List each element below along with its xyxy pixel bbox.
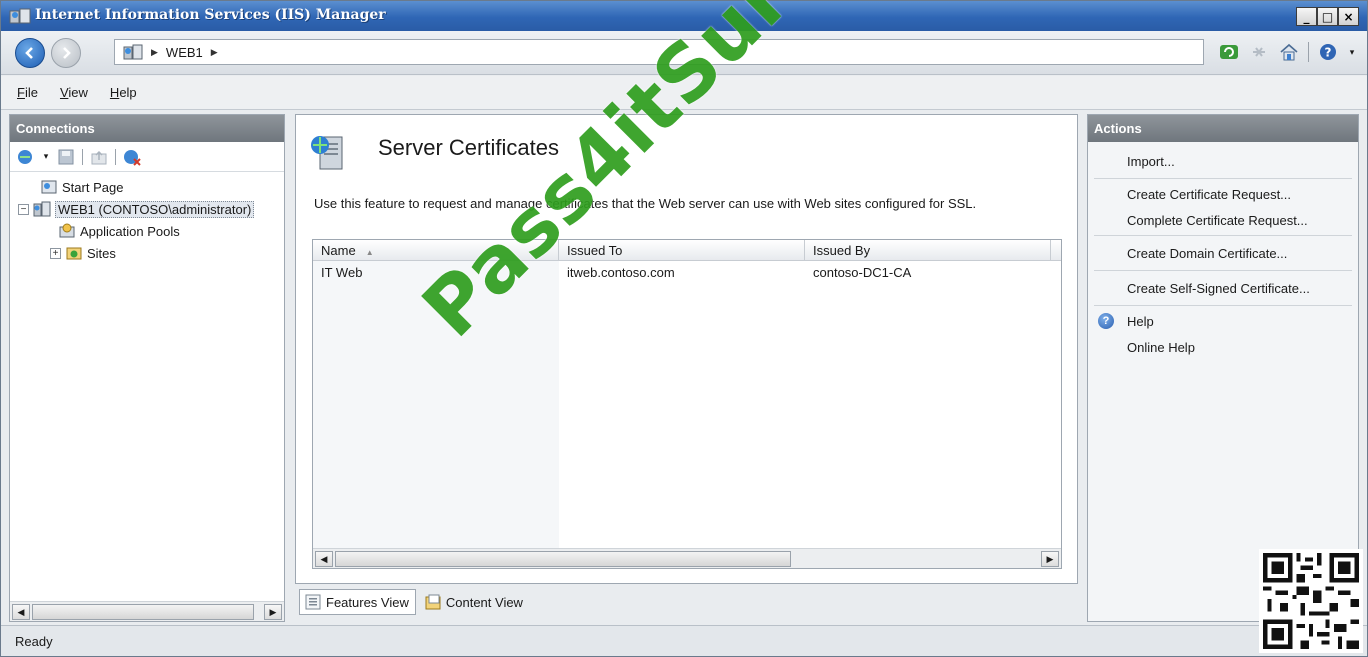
features-view-icon	[304, 593, 322, 611]
status-bar: Ready	[1, 625, 1367, 656]
tree-item-sites[interactable]: + Sites	[10, 242, 284, 264]
action-import[interactable]: Import...	[1088, 146, 1358, 176]
window-controls: _ □ ×	[1296, 7, 1359, 26]
close-button[interactable]: ×	[1338, 7, 1359, 26]
action-create-self-signed-certificate[interactable]: Create Self-Signed Certificate...	[1088, 273, 1358, 303]
iis-app-icon	[9, 8, 31, 24]
disconnect-icon[interactable]	[122, 147, 142, 167]
action-complete-certificate-request[interactable]: Complete Certificate Request...	[1088, 207, 1358, 233]
tree-item-start-page[interactable]: Start Page	[10, 176, 284, 198]
actions-separator	[1094, 178, 1352, 179]
sites-icon	[65, 245, 83, 261]
sorted-column-shade	[313, 261, 559, 551]
app-pools-icon	[58, 223, 76, 239]
actions-separator	[1094, 305, 1352, 306]
connect-dropdown-icon[interactable]: ▾	[42, 147, 50, 167]
content-view-icon	[424, 593, 442, 611]
cell-name: IT Web	[321, 265, 363, 280]
tree-item-web1[interactable]: − WEB1 (CONTOSO\administrator)	[10, 198, 284, 220]
grid-header: Name ▲ Issued To Issued By	[313, 240, 1061, 261]
action-create-certificate-request[interactable]: Create Certificate Request...	[1088, 181, 1358, 207]
action-help[interactable]: ? Help	[1088, 308, 1358, 334]
connections-horizontal-scrollbar[interactable]: ◀ ▶	[10, 601, 284, 621]
sort-ascending-icon: ▲	[365, 248, 374, 257]
scroll-left-icon[interactable]: ◀	[12, 604, 30, 620]
back-icon	[25, 47, 33, 59]
feature-description: Use this feature to request and manage c…	[314, 196, 977, 211]
page-title: Server Certificates	[378, 135, 559, 160]
connections-tree: Start Page − WEB1 (CONTOSO\administrator…	[10, 172, 284, 264]
tree-item-application-pools[interactable]: Application Pools	[10, 220, 284, 242]
breadcrumb-arrow-icon[interactable]: ▶	[211, 47, 218, 58]
view-tabs: Features View Content View	[299, 588, 529, 616]
toolbar-separator	[82, 148, 83, 165]
up-level-icon[interactable]	[89, 147, 109, 167]
column-header-name[interactable]: Name ▲	[313, 240, 559, 261]
action-create-domain-certificate[interactable]: Create Domain Certificate...	[1088, 238, 1358, 268]
home-icon[interactable]	[1278, 41, 1300, 63]
address-bar[interactable]: ▶ WEB1 ▶	[114, 39, 1204, 65]
scroll-left-icon[interactable]: ◀	[315, 551, 333, 567]
menu-view[interactable]: View	[60, 85, 88, 100]
cell-issued-by: contoso-DC1-CA	[813, 265, 912, 280]
maximize-button[interactable]: □	[1317, 7, 1338, 26]
column-header-issued-by[interactable]: Issued By	[805, 240, 1051, 261]
menu-help[interactable]: Help	[110, 85, 137, 100]
breadcrumb-arrow-icon[interactable]: ▶	[151, 47, 158, 58]
toolbar-separator	[115, 148, 116, 165]
scroll-right-icon[interactable]: ▶	[264, 604, 282, 620]
title-bar[interactable]: Internet Information Services (IIS) Mana…	[1, 1, 1367, 31]
actions-list: Import... Create Certificate Request... …	[1088, 146, 1358, 360]
collapse-icon[interactable]: −	[18, 203, 29, 215]
connect-icon[interactable]	[16, 147, 36, 167]
connections-pane: Connections ▾ Start Page − WEB1 (CONTOSO…	[9, 114, 285, 622]
server-icon	[33, 201, 51, 217]
actions-header: Actions	[1088, 115, 1358, 142]
server-certificates-icon	[310, 131, 348, 171]
tab-features-view[interactable]: Features View	[299, 589, 416, 615]
actions-pane: Actions Import... Create Certificate Req…	[1087, 114, 1359, 622]
forward-button[interactable]	[51, 38, 81, 68]
refresh-icon[interactable]	[1218, 41, 1240, 63]
tab-content-view[interactable]: Content View	[420, 589, 529, 615]
nav-tools: ? ▾	[1218, 41, 1357, 63]
table-row[interactable]: IT Web itweb.contoso.com contoso-DC1-CA	[313, 261, 1061, 283]
help-icon[interactable]: ?	[1317, 41, 1339, 63]
status-text: Ready	[15, 634, 53, 649]
svg-text:?: ?	[1325, 46, 1332, 60]
window-title: Internet Information Services (IIS) Mana…	[35, 7, 386, 23]
action-online-help[interactable]: Online Help	[1088, 334, 1358, 360]
certificates-grid: Name ▲ Issued To Issued By IT Web itweb.c…	[312, 239, 1062, 569]
connections-header: Connections	[10, 115, 284, 142]
stop-icon[interactable]	[1248, 41, 1270, 63]
minimize-button[interactable]: _	[1296, 7, 1317, 26]
back-button[interactable]	[15, 38, 45, 68]
actions-separator	[1094, 270, 1352, 271]
actions-separator	[1094, 235, 1352, 236]
toolbar-separator	[1308, 42, 1309, 62]
navigation-bar: ▶ WEB1 ▶ ? ▾	[1, 31, 1367, 75]
help-icon: ?	[1098, 313, 1114, 329]
start-page-icon	[40, 179, 58, 195]
expand-icon[interactable]: +	[50, 247, 61, 259]
cell-issued-to: itweb.contoso.com	[567, 265, 675, 280]
qr-code	[1259, 549, 1363, 653]
menu-file[interactable]: File	[17, 85, 38, 100]
menu-bar: File View Help	[1, 76, 1367, 110]
breadcrumb-web1[interactable]: WEB1	[166, 45, 203, 60]
server-certificates-panel: Server Certificates Use this feature to …	[295, 114, 1078, 584]
scrollbar-thumb[interactable]	[335, 551, 791, 567]
column-header-issued-to[interactable]: Issued To	[559, 240, 805, 261]
scrollbar-thumb[interactable]	[32, 604, 254, 620]
grid-horizontal-scrollbar[interactable]: ◀ ▶	[313, 548, 1061, 568]
forward-icon	[63, 47, 71, 59]
iis-manager-window: Internet Information Services (IIS) Mana…	[0, 0, 1368, 657]
scroll-right-icon[interactable]: ▶	[1041, 551, 1059, 567]
save-icon[interactable]	[56, 147, 76, 167]
server-icon	[123, 44, 143, 60]
connections-toolbar: ▾	[10, 142, 284, 172]
help-dropdown-icon[interactable]: ▾	[1347, 41, 1357, 63]
